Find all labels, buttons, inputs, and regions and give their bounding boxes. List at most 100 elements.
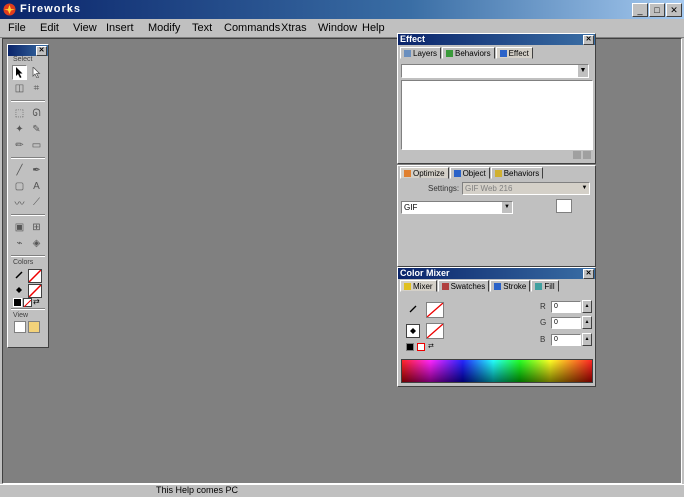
fill-color-swatch[interactable] — [28, 284, 42, 298]
line-icon: ╱ — [16, 165, 23, 176]
tab-object-behaviors[interactable]: Behaviors — [490, 167, 544, 179]
knife-icon: ⟋ — [33, 197, 40, 208]
slice-tool[interactable]: ⊞ — [29, 220, 44, 235]
g-stepper[interactable]: ▴ — [582, 316, 592, 329]
default-colors-button[interactable] — [13, 298, 22, 307]
effect-panel: Effect ✕ Layers Behaviors Effect ▼ — [397, 33, 596, 164]
pen-tool[interactable]: ✒ — [29, 163, 44, 178]
lasso-tool[interactable]: ᘏ — [29, 106, 44, 121]
tools-divider — [11, 157, 45, 159]
effect-dropdown[interactable]: ▼ — [401, 64, 589, 78]
eyedropper-icon: ⌁ — [16, 238, 23, 249]
chevron-down-icon: ▼ — [578, 65, 588, 77]
tab-mixer[interactable]: Mixer — [400, 280, 437, 292]
minimize-button[interactable]: _ — [632, 3, 648, 17]
tab-swatches[interactable]: Swatches — [437, 280, 490, 292]
mixer-icon — [404, 282, 411, 290]
swap-colors-button[interactable]: ⇄ — [33, 297, 42, 306]
menu-modify[interactable]: Modify — [148, 22, 180, 34]
behaviors-icon — [446, 49, 454, 57]
maximize-button[interactable]: □ — [649, 3, 665, 17]
mixer-stroke-swatch[interactable] — [426, 302, 444, 318]
brush-tool[interactable]: ✎ — [29, 122, 44, 137]
tab-object[interactable]: Object — [449, 167, 490, 179]
tab-layers[interactable]: Layers — [400, 47, 442, 59]
slice-icon: ⊞ — [32, 222, 41, 233]
menu-xtras[interactable]: Xtras — [281, 22, 307, 34]
paint-bucket-tool[interactable]: ◈ — [29, 236, 44, 251]
rectangle-tool[interactable]: ▢ — [12, 179, 27, 194]
mixer-default-colors-button[interactable] — [406, 343, 414, 351]
tab-behaviors[interactable]: Behaviors — [442, 47, 495, 59]
scale-tool[interactable]: ◫ — [12, 81, 27, 96]
color-mixer-titlebar[interactable]: Color Mixer ✕ — [398, 268, 595, 279]
menu-edit[interactable]: Edit — [40, 22, 59, 34]
knife-tool[interactable]: ⟋ — [29, 195, 44, 210]
mixer-fill-swatch[interactable] — [426, 323, 444, 339]
preview-swatch — [556, 199, 572, 213]
hotspot-tool[interactable]: ▣ — [12, 220, 27, 235]
mixer-no-color-button[interactable] — [417, 343, 425, 351]
effect-panel-footer-icons — [573, 151, 591, 159]
no-color-button[interactable] — [23, 298, 32, 308]
magic-wand-tool[interactable]: ✦ — [12, 122, 27, 137]
fill-color-icon[interactable] — [14, 285, 24, 295]
menu-file[interactable]: File — [8, 22, 26, 34]
r-value-field[interactable]: 0 — [551, 301, 581, 313]
subselect-tool[interactable] — [29, 65, 44, 80]
g-label: G — [540, 318, 547, 327]
arrow-icon — [16, 67, 23, 78]
tools-divider — [11, 100, 45, 102]
effect-list[interactable] — [401, 80, 593, 150]
tab-effect[interactable]: Effect — [495, 47, 533, 59]
menu-help[interactable]: Help — [362, 22, 385, 34]
tools-section-colors-label: Colors — [13, 259, 34, 266]
window-title: Fireworks — [20, 3, 81, 15]
swatches-icon — [441, 282, 449, 290]
tools-panel-titlebar[interactable]: ✕ — [8, 45, 48, 56]
stroke-color-icon[interactable] — [14, 270, 24, 280]
r-stepper[interactable]: ▴ — [582, 300, 592, 313]
format-dropdown[interactable]: GIF ▼ — [401, 201, 513, 214]
mixer-swap-colors-button[interactable]: ⇄ — [428, 343, 436, 351]
eraser-tool[interactable]: ▭ — [29, 138, 44, 153]
standard-view-button[interactable] — [14, 321, 26, 333]
effect-panel-title: Effect — [400, 34, 426, 44]
full-screen-view-button[interactable] — [28, 321, 40, 333]
pencil-tool[interactable]: ✏ — [12, 138, 27, 153]
close-button[interactable]: ✕ — [666, 3, 682, 17]
text-icon: A — [33, 181, 40, 192]
menu-window[interactable]: Window — [318, 22, 357, 34]
chevron-down-icon: ▼ — [581, 185, 588, 191]
eyedropper-tool[interactable]: ⌁ — [12, 236, 27, 251]
settings-dropdown[interactable]: GIF Web 216 ▼ — [462, 182, 590, 195]
tab-stroke[interactable]: Stroke — [490, 280, 531, 292]
stroke-color-swatch[interactable] — [28, 269, 42, 283]
freeform-tool[interactable]: 〰 — [12, 195, 27, 210]
object-icon — [453, 169, 461, 177]
text-tool[interactable]: A — [29, 179, 44, 194]
menu-view[interactable]: View — [73, 22, 97, 34]
tools-section-select-label: Select — [13, 56, 33, 63]
b-value-field[interactable]: 0 — [551, 334, 581, 346]
color-spectrum-bar[interactable] — [401, 359, 593, 383]
tab-fill[interactable]: Fill — [531, 280, 559, 292]
menu-insert[interactable]: Insert — [106, 22, 134, 34]
tab-optimize[interactable]: Optimize — [400, 167, 449, 179]
effect-settings-icon[interactable] — [573, 151, 581, 159]
tools-section-view-label: View — [13, 312, 29, 319]
b-stepper[interactable]: ▴ — [582, 333, 592, 346]
marquee-tool[interactable]: ⬚ — [12, 106, 27, 121]
line-tool[interactable]: ╱ — [12, 163, 27, 178]
pointer-tool[interactable] — [12, 65, 27, 80]
tools-panel-close-button[interactable]: ✕ — [36, 46, 47, 56]
effect-panel-titlebar[interactable]: Effect ✕ — [398, 34, 595, 45]
color-mixer-close-button[interactable]: ✕ — [583, 269, 594, 279]
g-value-field[interactable]: 0 — [551, 317, 581, 329]
crop-tool[interactable]: ⌗ — [29, 81, 44, 96]
effect-panel-close-button[interactable]: ✕ — [583, 35, 594, 45]
menu-text[interactable]: Text — [192, 22, 212, 34]
menu-commands[interactable]: Commands — [224, 22, 280, 34]
effect-delete-icon[interactable] — [583, 151, 591, 159]
stroke-icon — [494, 282, 502, 290]
